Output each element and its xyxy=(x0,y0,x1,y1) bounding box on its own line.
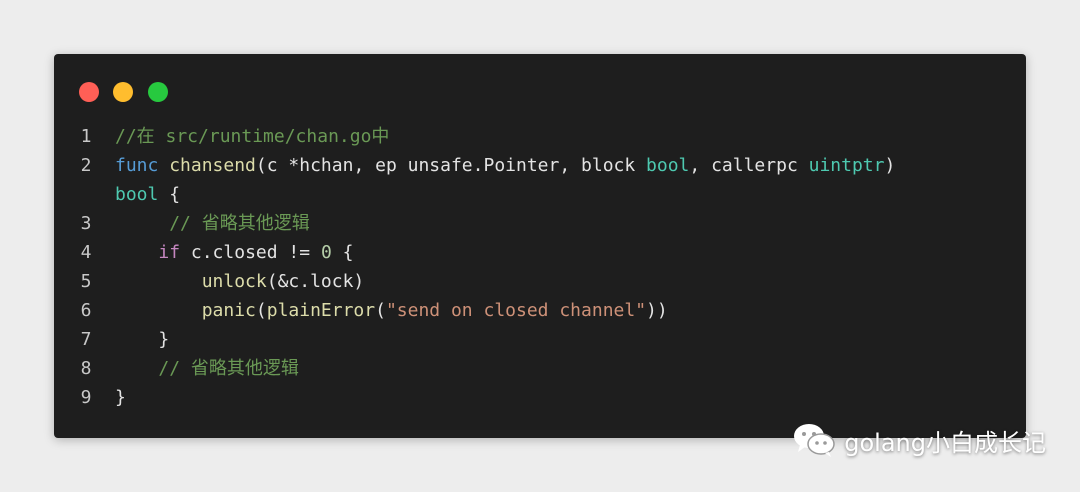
code-token: } xyxy=(158,329,170,350)
code-token: if xyxy=(158,242,181,263)
code-token: ) xyxy=(884,155,896,176)
line-number: 9 xyxy=(80,387,92,408)
watermark: golang小白成长记 xyxy=(792,420,1046,460)
code-token: (&c.lock) xyxy=(266,271,365,292)
line-number: 2 xyxy=(80,155,92,176)
line-text: panic(plainError("send on closed channel… xyxy=(115,296,668,325)
code-token: uintptr xyxy=(808,155,885,176)
line-number: 4 xyxy=(80,242,92,263)
line-number: 8 xyxy=(80,358,92,379)
code-token: 0 xyxy=(320,242,332,263)
line-number: 5 xyxy=(80,271,92,292)
line-text: } xyxy=(115,325,169,354)
code-token: ( xyxy=(375,300,386,321)
code-token: plainError xyxy=(266,300,376,321)
line-text: unlock(&c.lock) xyxy=(115,267,365,296)
line-text: // 省略其他逻辑 xyxy=(115,209,310,238)
code-token: unlock xyxy=(201,271,267,292)
line-number: 7 xyxy=(80,329,92,350)
zoom-dot-icon[interactable] xyxy=(148,82,168,102)
code-token: c.closed != xyxy=(180,242,321,263)
code-token: , callerpc xyxy=(689,155,809,176)
code-token: bool xyxy=(646,155,690,176)
watermark-text: golang小白成长记 xyxy=(844,428,1046,457)
code-token: //在 src/runtime/chan.go中 xyxy=(115,126,390,147)
code-token: { xyxy=(331,242,354,263)
wechat-icon xyxy=(792,422,836,458)
code-token: // 省略其他逻辑 xyxy=(158,358,299,379)
code-token: { xyxy=(158,184,181,205)
close-dot-icon[interactable] xyxy=(79,82,99,102)
minimize-dot-icon[interactable] xyxy=(113,82,133,102)
code-token: ( xyxy=(255,300,267,321)
code-token: (c *hchan, ep unsafe.Pointer, block xyxy=(255,155,647,176)
code-token: "send on closed channel" xyxy=(385,300,647,321)
line-number: 3 xyxy=(80,213,92,234)
line-text: } xyxy=(115,383,126,412)
line-text: bool { xyxy=(115,180,180,209)
code-token: )) xyxy=(646,300,668,321)
code-window: 1//在 src/runtime/chan.go中 2 func chansend(… xyxy=(54,54,1026,438)
code-token: bool xyxy=(115,184,159,205)
code-token: func xyxy=(115,155,159,176)
line-text: //在 src/runtime/chan.go中 xyxy=(115,122,389,151)
line-text: if c.closed != 0 { xyxy=(115,238,353,267)
code-token: chansend xyxy=(169,155,256,176)
code-token: } xyxy=(115,387,126,408)
code-token: // 省略其他逻辑 xyxy=(169,213,310,234)
line-number: 1 xyxy=(80,126,92,147)
code-token: panic xyxy=(201,300,256,321)
line-number: 6 xyxy=(80,300,92,321)
line-text: // 省略其他逻辑 xyxy=(115,354,299,383)
line-text: func chansend(c *hchan, ep unsafe.Pointe… xyxy=(115,151,895,180)
